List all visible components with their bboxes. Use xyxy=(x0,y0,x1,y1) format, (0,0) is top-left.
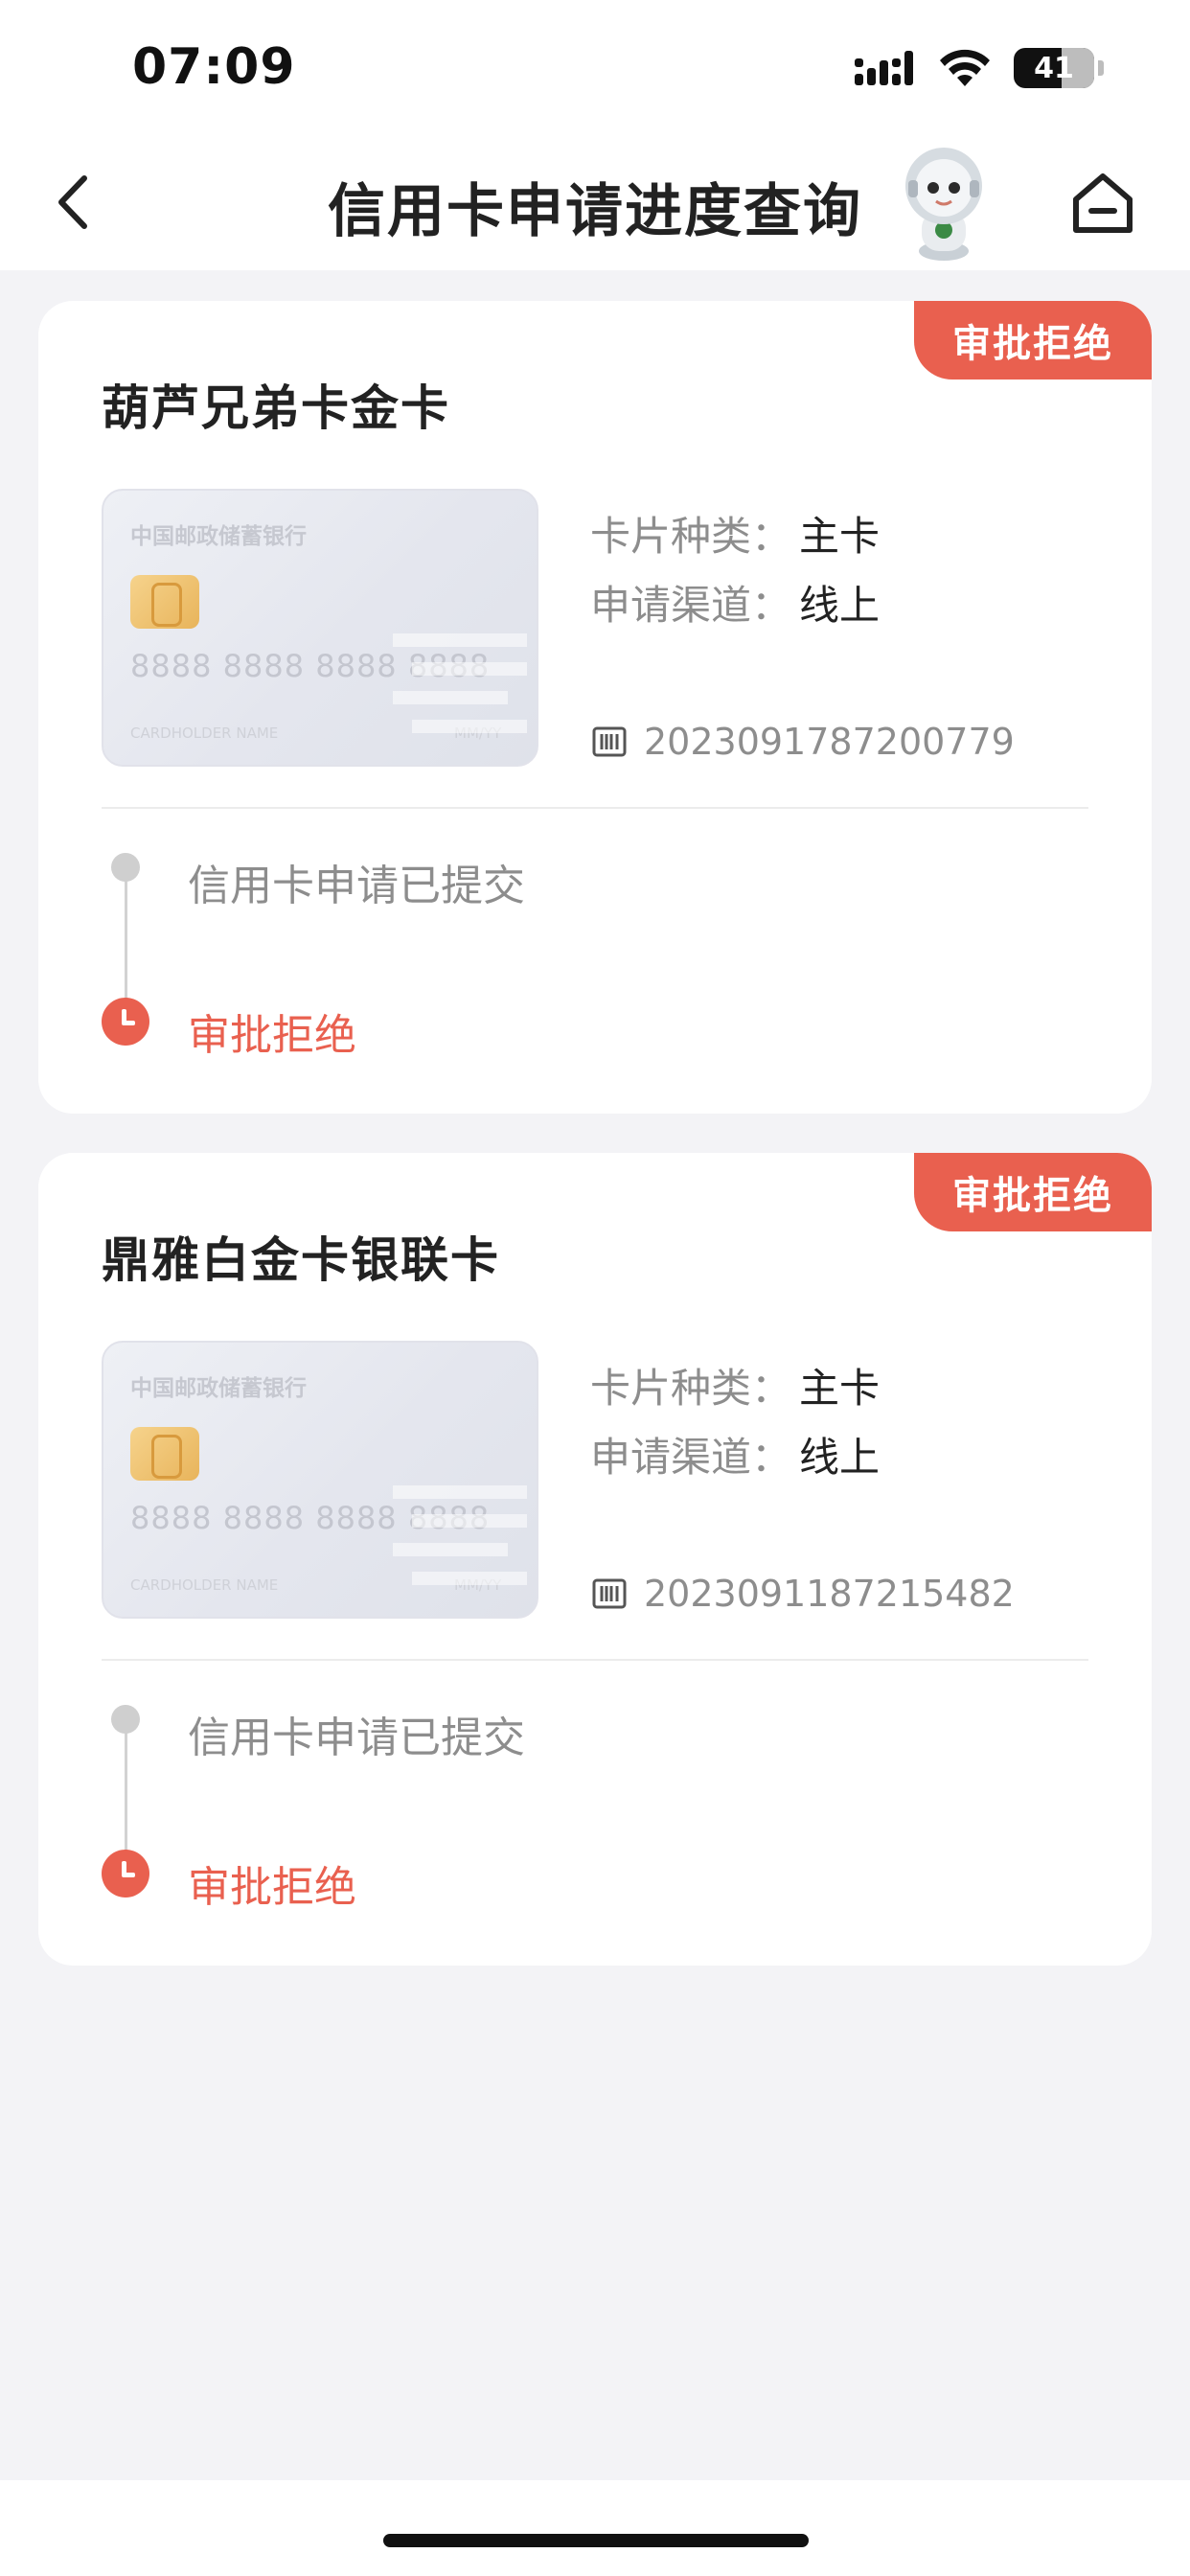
card-holder: CARDHOLDER NAME xyxy=(130,724,279,742)
channel-row: 申请渠道： 线上 xyxy=(590,573,880,632)
barcode-icon xyxy=(592,726,627,757)
barcode-icon xyxy=(592,1578,627,1609)
timeline-step-rejected: 审批拒绝 xyxy=(188,1011,356,1060)
card-product-name: 葫芦兄弟卡金卡 xyxy=(102,380,450,436)
status-bar: 07:09 41 xyxy=(0,0,1190,134)
status-badge: 审批拒绝 xyxy=(914,1153,1152,1231)
channel-row: 申请渠道： 线上 xyxy=(590,1425,880,1484)
battery-icon: 41 xyxy=(1014,48,1094,88)
card-bank-name: 中国邮政储蓄银行 xyxy=(130,524,307,549)
wifi-icon xyxy=(940,49,990,86)
battery-level: 41 xyxy=(1034,51,1074,85)
status-time: 07:09 xyxy=(132,38,296,96)
application-card[interactable]: 审批拒绝 鼎雅白金卡银联卡 中国邮政储蓄银行 8888 8888 8888 88… xyxy=(38,1153,1152,1966)
card-type-label: 卡片种类： xyxy=(590,1365,792,1412)
divider xyxy=(102,1659,1088,1661)
page-title: 信用卡申请进度查询 xyxy=(328,178,862,245)
timeline-dot-icon xyxy=(111,1705,140,1734)
bank-watermark-icon xyxy=(393,1485,527,1585)
card-chip-icon xyxy=(130,1427,199,1481)
application-card[interactable]: 审批拒绝 葫芦兄弟卡金卡 中国邮政储蓄银行 8888 8888 8888 888… xyxy=(38,301,1152,1114)
clock-icon xyxy=(102,998,149,1046)
application-number: 2023091187215482 xyxy=(644,1573,1015,1615)
card-holder: CARDHOLDER NAME xyxy=(130,1576,279,1594)
channel-label: 申请渠道： xyxy=(590,1434,792,1481)
status-icons: 41 xyxy=(853,44,1104,92)
channel-label: 申请渠道： xyxy=(590,582,792,629)
card-chip-icon xyxy=(130,575,199,629)
card-type-value: 主卡 xyxy=(799,1365,881,1412)
application-number-row: 2023091787200779 xyxy=(592,721,1015,763)
bank-watermark-icon xyxy=(393,633,527,733)
channel-value: 线上 xyxy=(799,1434,881,1481)
card-type-row: 卡片种类： 主卡 xyxy=(590,1356,880,1414)
card-bank-name: 中国邮政储蓄银行 xyxy=(130,1376,307,1401)
divider xyxy=(102,807,1088,809)
nav-bar: 信用卡申请进度查询 xyxy=(0,134,1190,270)
status-badge: 审批拒绝 xyxy=(914,301,1152,380)
application-number-row: 2023091187215482 xyxy=(592,1573,1015,1615)
clock-icon xyxy=(102,1850,149,1898)
card-type-label: 卡片种类： xyxy=(590,513,792,560)
card-image: 中国邮政储蓄银行 8888 8888 8888 8888 CARDHOLDER … xyxy=(102,1341,538,1619)
bottom-safe-area xyxy=(0,2480,1190,2576)
timeline-line xyxy=(125,876,127,1000)
card-product-name: 鼎雅白金卡银联卡 xyxy=(102,1232,500,1288)
application-number: 2023091787200779 xyxy=(644,721,1015,763)
channel-value: 线上 xyxy=(799,582,881,629)
timeline-dot-icon xyxy=(111,853,140,882)
cellular-signal-icon xyxy=(855,51,913,85)
card-type-row: 卡片种类： 主卡 xyxy=(590,504,880,563)
astronaut-mascot-icon[interactable] xyxy=(891,144,996,264)
home-indicator[interactable] xyxy=(383,2534,809,2547)
timeline-step-submitted: 信用卡申请已提交 xyxy=(188,862,525,910)
timeline-step-submitted: 信用卡申请已提交 xyxy=(188,1714,525,1762)
timeline-line xyxy=(125,1728,127,1852)
home-icon[interactable] xyxy=(1068,169,1137,238)
timeline-step-rejected: 审批拒绝 xyxy=(188,1863,356,1912)
battery-tip xyxy=(1098,60,1104,76)
card-image: 中国邮政储蓄银行 8888 8888 8888 8888 CARDHOLDER … xyxy=(102,489,538,767)
card-type-value: 主卡 xyxy=(799,513,881,560)
